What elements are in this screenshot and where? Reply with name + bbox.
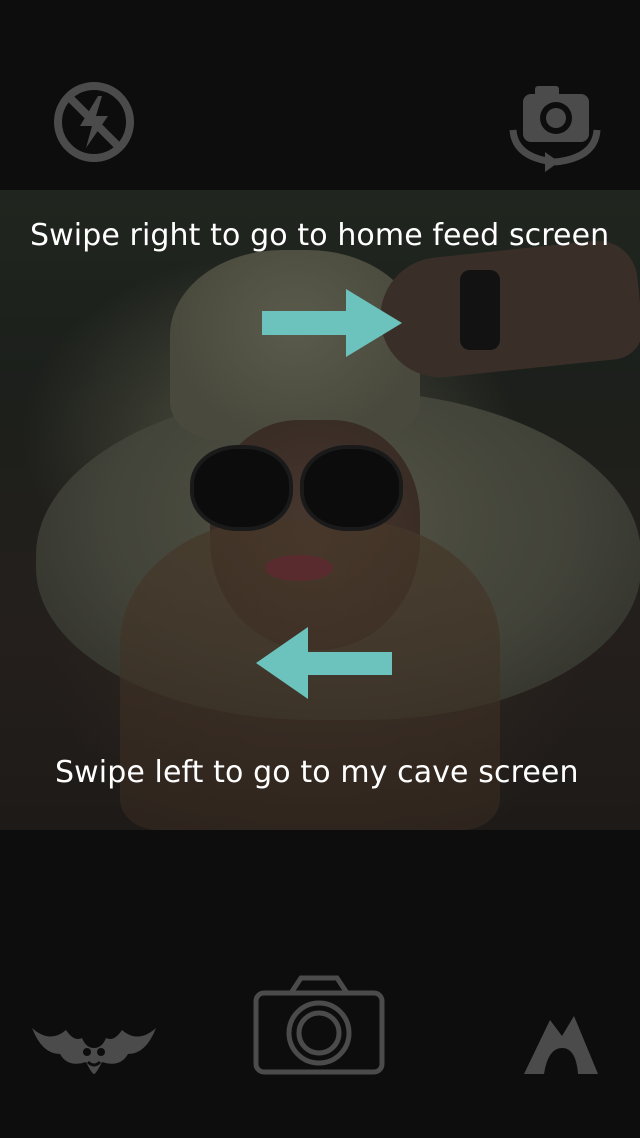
capture-button[interactable]: [253, 975, 385, 1075]
bottom-toolbar: [0, 830, 640, 1138]
sunglasses-right-lens: [300, 445, 403, 531]
camera-screen: Swipe right to go to home feed screen Sw…: [0, 0, 640, 1138]
camera-preview: [0, 190, 640, 830]
swipe-left-hint: Swipe left to go to my cave screen: [55, 755, 579, 790]
lips-shape: [265, 555, 333, 581]
flash-off-icon[interactable]: [52, 80, 136, 164]
arrow-right-icon: [262, 289, 402, 361]
switch-camera-icon[interactable]: [505, 80, 605, 172]
top-toolbar: [0, 0, 640, 190]
bat-icon[interactable]: [30, 1018, 158, 1076]
sunglasses-left-lens: [190, 445, 293, 531]
arm-shape: [374, 236, 640, 384]
cave-icon[interactable]: [520, 1012, 600, 1076]
swipe-right-hint: Swipe right to go to home feed screen: [30, 218, 610, 253]
watch-shape: [460, 270, 500, 350]
arrow-left-icon: [256, 627, 392, 703]
